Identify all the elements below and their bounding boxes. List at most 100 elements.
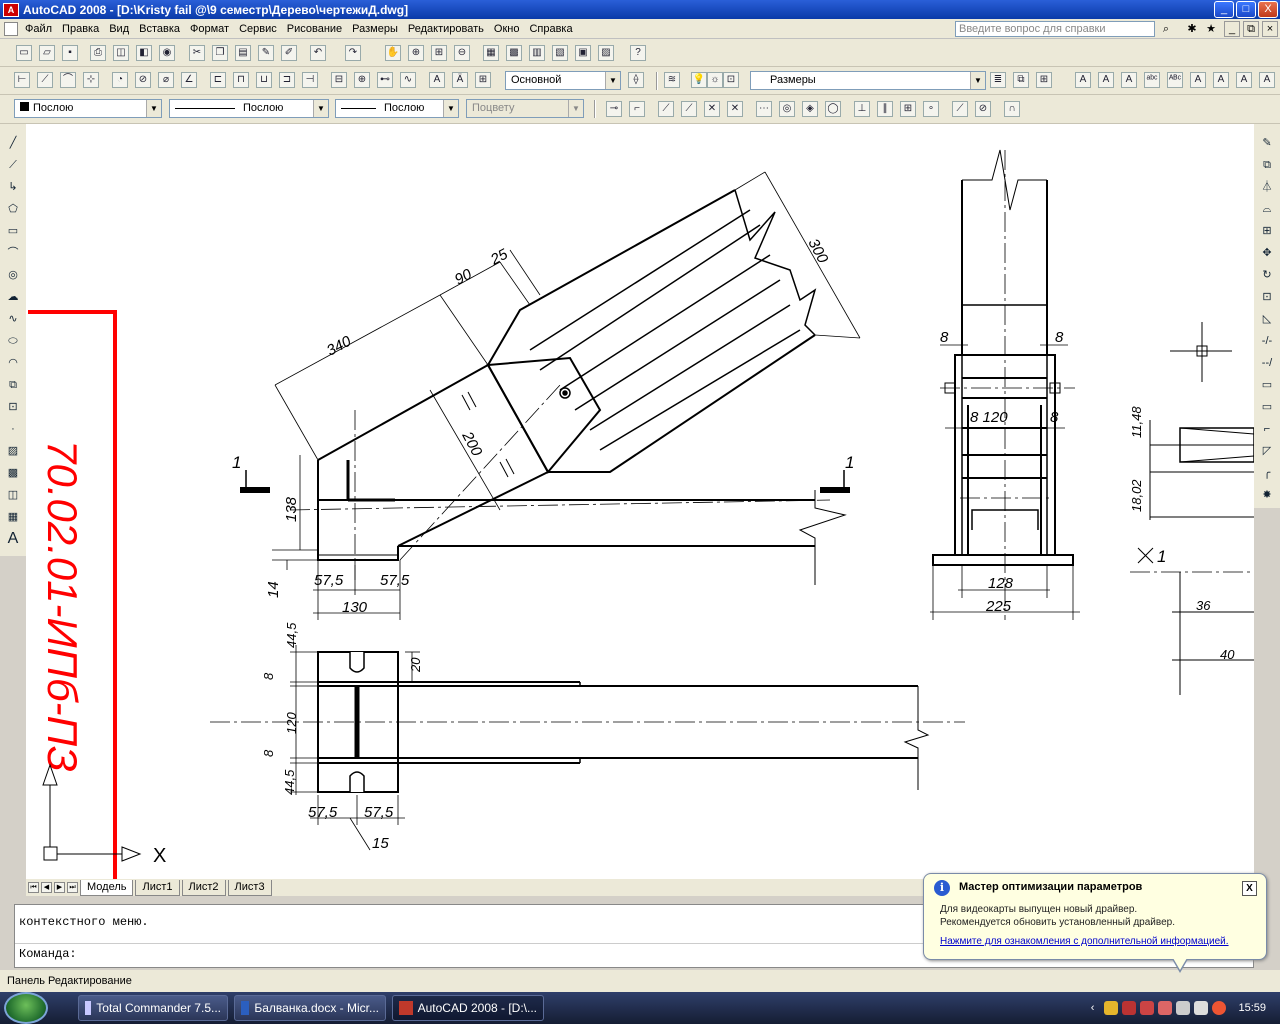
- make-current-icon[interactable]: ≣: [990, 72, 1006, 88]
- snap-none-icon[interactable]: ⊘: [975, 101, 991, 117]
- break-icon[interactable]: ▭: [1258, 398, 1276, 416]
- text-edit-icon[interactable]: A: [1121, 72, 1137, 88]
- properties-icon[interactable]: ▦: [483, 45, 499, 61]
- polyline-icon[interactable]: ↳: [4, 178, 22, 196]
- block-editor-icon[interactable]: ✐: [281, 45, 297, 61]
- dim-break-icon[interactable]: ⊣: [302, 72, 318, 88]
- menu-edit[interactable]: Правка: [57, 23, 104, 35]
- text-icon[interactable]: A: [1075, 72, 1091, 88]
- cut-icon[interactable]: ✂: [189, 45, 205, 61]
- open-file-icon[interactable]: ▱: [39, 45, 55, 61]
- snap-quadrant-icon[interactable]: ◈: [802, 101, 818, 117]
- help-search-input[interactable]: Введите вопрос для справки: [955, 21, 1155, 37]
- center-mark-icon[interactable]: ⊕: [354, 72, 370, 88]
- point-icon[interactable]: ·: [4, 420, 22, 438]
- notification-link[interactable]: Нажмите для ознакомления с дополнительно…: [940, 936, 1229, 947]
- new-file-icon[interactable]: ▭: [16, 45, 32, 61]
- favorites-star-icon[interactable]: ★: [1203, 21, 1219, 37]
- snap-apparent-icon[interactable]: ✕: [727, 101, 743, 117]
- insert-block-icon[interactable]: ⧉: [4, 376, 22, 394]
- temp-track-point-icon[interactable]: ⊸: [606, 101, 622, 117]
- command-prompt[interactable]: Команда:: [19, 947, 77, 961]
- menu-help[interactable]: Справка: [524, 23, 577, 35]
- tray-network-icon[interactable]: [1176, 1001, 1191, 1015]
- lineweight-select[interactable]: Послою ▼: [335, 99, 459, 118]
- text-style-select[interactable]: Основной ▼: [505, 71, 621, 90]
- publish-icon[interactable]: ◧: [136, 45, 152, 61]
- doc-restore-button[interactable]: ⧉: [1243, 21, 1259, 37]
- pan-icon[interactable]: ✋: [385, 45, 401, 61]
- tab-model[interactable]: Модель: [80, 879, 134, 896]
- stretch-icon[interactable]: ◺: [1258, 310, 1276, 328]
- last-tab-icon[interactable]: ⏭: [67, 882, 78, 893]
- find-text-icon[interactable]: ᵃᵇᶜ: [1144, 72, 1160, 88]
- print-icon[interactable]: ⎙: [90, 45, 106, 61]
- diameter-dim-icon[interactable]: ⌀: [158, 72, 174, 88]
- tolerance-icon[interactable]: ⊟: [331, 72, 347, 88]
- menu-format[interactable]: Формат: [185, 23, 234, 35]
- taskbar-autocad[interactable]: AutoCAD 2008 - [D:\...: [392, 995, 544, 1021]
- taskbar-word[interactable]: Балванка.docx - Micr...: [234, 995, 386, 1021]
- layer-states-icon[interactable]: ⊞: [1036, 72, 1052, 88]
- copy-icon[interactable]: ❐: [212, 45, 228, 61]
- taskbar-total-commander[interactable]: Total Commander 7.5...: [78, 995, 228, 1021]
- tray-expand-icon[interactable]: ‹: [1091, 1002, 1095, 1014]
- web-icon[interactable]: ◉: [159, 45, 175, 61]
- baseline-dim-icon[interactable]: ⊓: [233, 72, 249, 88]
- scale-text-icon[interactable]: A: [1213, 72, 1229, 88]
- spline-icon[interactable]: ∿: [4, 310, 22, 328]
- polygon-icon[interactable]: ⬠: [4, 200, 22, 218]
- mtext-icon[interactable]: A: [1098, 72, 1114, 88]
- menu-insert[interactable]: Вставка: [134, 23, 185, 35]
- continue-dim-icon[interactable]: ⊔: [256, 72, 272, 88]
- tray-app-icon[interactable]: [1122, 1001, 1137, 1015]
- info-center-icon[interactable]: ✱: [1184, 21, 1200, 37]
- rectangle-icon[interactable]: ▭: [4, 222, 22, 240]
- next-tab-icon[interactable]: ▶: [54, 882, 65, 893]
- zoom-realtime-icon[interactable]: ⊕: [408, 45, 424, 61]
- snap-endpoint-icon[interactable]: ⟋: [658, 101, 674, 117]
- snap-insert-icon[interactable]: ⊞: [900, 101, 916, 117]
- ellipse-icon[interactable]: ⬭: [4, 332, 22, 350]
- snap-from-icon[interactable]: ⌐: [629, 101, 645, 117]
- osnap-settings-icon[interactable]: ∩: [1004, 101, 1020, 117]
- jogged-dim-icon[interactable]: ⊘: [135, 72, 151, 88]
- inspection-icon[interactable]: ⊷: [377, 72, 393, 88]
- drawing-canvas[interactable]: 70.02.01-ИПб-ПЗ X 340 90 25 300 200 138 …: [26, 124, 1254, 879]
- menu-draw[interactable]: Рисование: [282, 23, 347, 35]
- dim-text-edit-icon[interactable]: Ä: [452, 72, 468, 88]
- tool-palettes-icon[interactable]: ▥: [529, 45, 545, 61]
- layer-on-icon[interactable]: 💡: [691, 72, 707, 88]
- arc-icon[interactable]: ⌒: [4, 244, 22, 262]
- redo-icon[interactable]: ↷: [345, 45, 361, 61]
- snap-center-icon[interactable]: ◎: [779, 101, 795, 117]
- break-at-point-icon[interactable]: ▭: [1258, 376, 1276, 394]
- extend-icon[interactable]: --/: [1258, 354, 1276, 372]
- copy-object-icon[interactable]: ⧉: [1258, 156, 1276, 174]
- linear-dim-icon[interactable]: ⊢: [14, 72, 30, 88]
- sheet-set-icon[interactable]: ▧: [552, 45, 568, 61]
- ellipse-arc-icon[interactable]: ◠: [4, 354, 22, 372]
- prev-tab-icon[interactable]: ◀: [41, 882, 52, 893]
- tab-sheet1[interactable]: Лист1: [135, 879, 180, 896]
- snap-extension-icon[interactable]: ⋯: [756, 101, 772, 117]
- make-block-icon[interactable]: ⊡: [4, 398, 22, 416]
- radius-dim-icon[interactable]: ◔: [112, 72, 128, 88]
- dim-space-icon[interactable]: ⊐: [279, 72, 295, 88]
- move-icon[interactable]: ✥: [1258, 244, 1276, 262]
- arc-length-icon[interactable]: ⌒: [60, 72, 76, 88]
- autocad-app-icon[interactable]: A: [3, 2, 19, 17]
- dim-edit-icon[interactable]: A: [429, 72, 445, 88]
- undo-icon[interactable]: ↶: [310, 45, 326, 61]
- fillet-icon[interactable]: ╭: [1258, 464, 1276, 482]
- layer-previous-icon[interactable]: ⧉: [1013, 72, 1029, 88]
- snap-intersection-icon[interactable]: ✕: [704, 101, 720, 117]
- notification-close-button[interactable]: X: [1242, 881, 1257, 896]
- snap-tangent-icon[interactable]: ◯: [825, 101, 841, 117]
- maximize-button[interactable]: □: [1236, 1, 1256, 18]
- revision-cloud-icon[interactable]: ☁: [4, 288, 22, 306]
- design-center-icon[interactable]: ▩: [506, 45, 522, 61]
- angular-dim-icon[interactable]: ∠: [181, 72, 197, 88]
- ordinate-dim-icon[interactable]: ⊹: [83, 72, 99, 88]
- chamfer-icon[interactable]: ◸: [1258, 442, 1276, 460]
